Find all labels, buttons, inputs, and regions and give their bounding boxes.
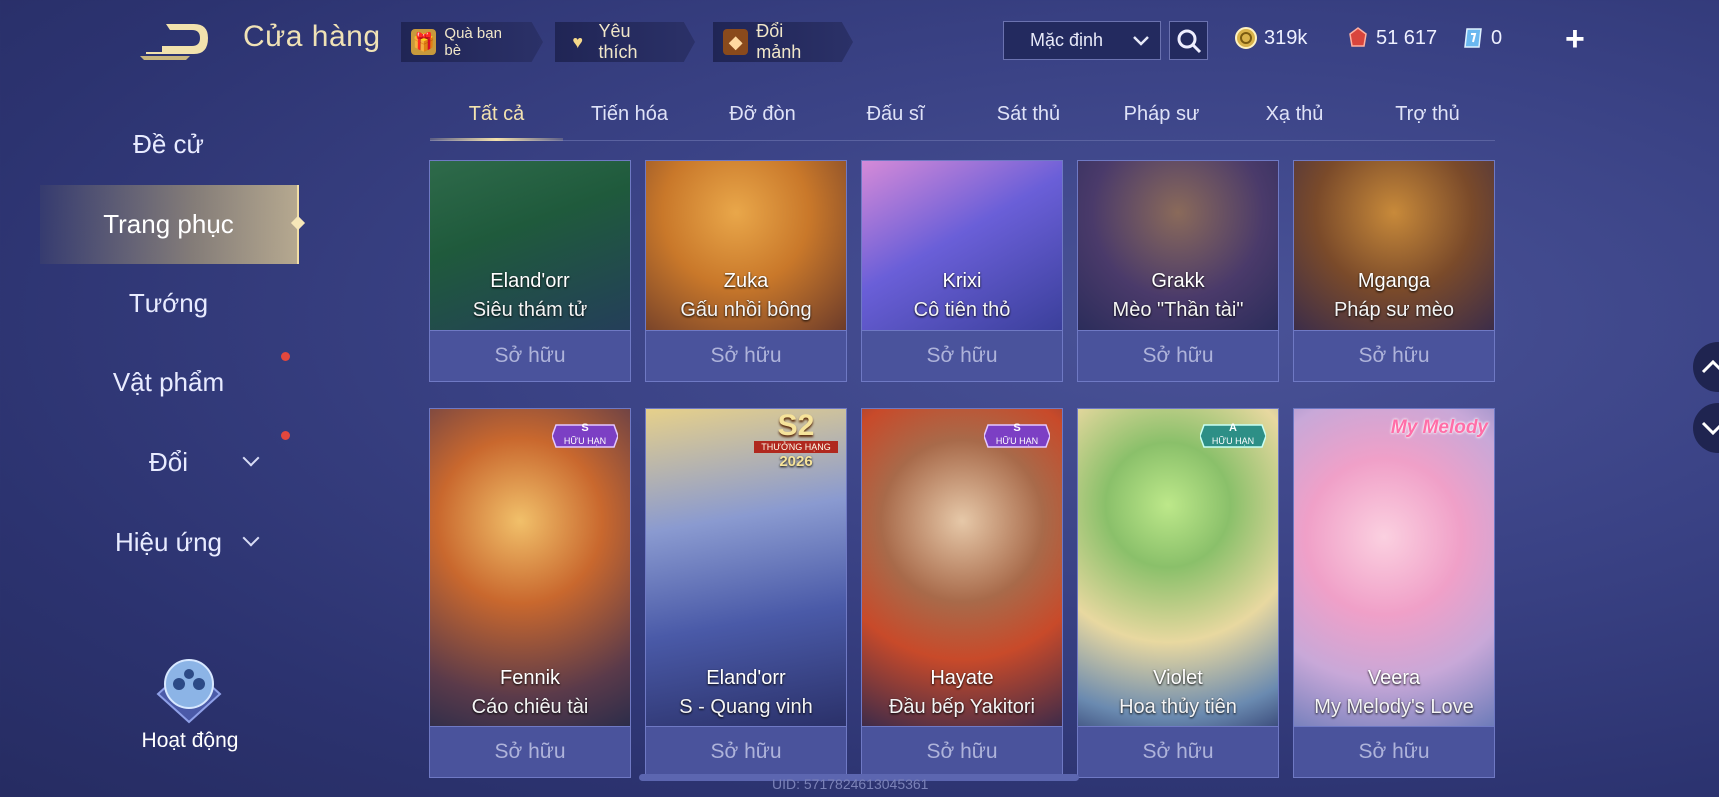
- hero-name: Grakk: [1151, 270, 1205, 292]
- skin-card[interactable]: Grakk Mèo "Thần tài" Sở hữu: [1077, 160, 1279, 382]
- fragment-icon: ◆: [723, 29, 749, 55]
- sidebar-item-items[interactable]: Vật phẩm: [40, 352, 297, 412]
- skin-card[interactable]: Eland'orr Siêu thám tử Sở hữu: [429, 160, 631, 382]
- skin-name: Cô tiên thỏ: [913, 299, 1011, 321]
- search-icon: [1177, 29, 1201, 53]
- search-button[interactable]: [1169, 21, 1208, 60]
- notification-dot: [281, 431, 290, 440]
- favorites-button[interactable]: ♥ Yêu thích: [555, 22, 695, 62]
- sidebar-item-heroes[interactable]: Tướng: [40, 273, 297, 333]
- scroll-up-button[interactable]: [1693, 342, 1719, 392]
- chevron-down-icon: [242, 449, 260, 467]
- skin-card[interactable]: S HỮU HẠN Hayate Đầu bếp Yakitori Sở hữu: [861, 408, 1063, 778]
- limited-badge: S HỮU HẠN: [983, 421, 1051, 451]
- owned-button[interactable]: Sở hữu: [1078, 330, 1278, 381]
- skin-card[interactable]: My Melody Veera My Melody's Love Sở hữu: [1293, 408, 1495, 778]
- sidebar-item-exchange[interactable]: Đổi: [40, 431, 297, 492]
- sidebar-item-recommended[interactable]: Đề cử: [40, 114, 297, 174]
- tab-support[interactable]: Trợ thủ: [1361, 100, 1494, 140]
- category-tabs: Tất cả Tiến hóa Đỡ đòn Đấu sĩ Sát thủ Ph…: [430, 100, 1495, 141]
- hero-name: Eland'orr: [706, 667, 786, 689]
- limited-badge: S HỮU HẠN: [551, 421, 619, 451]
- limited-badge: A HỮU HẠN: [1199, 421, 1267, 451]
- add-currency-button[interactable]: +: [1565, 20, 1585, 59]
- tab-tank[interactable]: Đỡ đòn: [696, 100, 829, 140]
- tab-fighter[interactable]: Đấu sĩ: [829, 100, 962, 140]
- hero-name: Krixi: [942, 270, 982, 292]
- hero-name: Fennik: [499, 667, 561, 689]
- back-arrow-icon: [140, 24, 208, 60]
- skin-card[interactable]: S HỮU HẠN Fennik Cáo chiêu tài Sở hữu: [429, 408, 631, 778]
- skin-name: Pháp sư mèo: [1333, 299, 1455, 321]
- page-title: Cửa hàng: [243, 20, 381, 53]
- my-melody-logo: My Melody: [1390, 417, 1488, 438]
- activity-icon: [156, 659, 222, 724]
- sort-dropdown[interactable]: Mặc định: [1003, 21, 1161, 60]
- hero-name: Hayate: [930, 667, 994, 689]
- friend-gift-button[interactable]: 🎁 Quà bạn bè: [401, 22, 543, 62]
- chevron-down-icon: [1133, 35, 1149, 46]
- chevron-down-icon: [1701, 421, 1719, 436]
- skin-name: Đầu bếp Yakitori: [888, 696, 1035, 718]
- owned-button[interactable]: Sở hữu: [646, 726, 846, 777]
- hero-name: Zuka: [723, 270, 769, 292]
- ruby-icon: [1349, 27, 1367, 47]
- gold-balance: 319k: [1234, 26, 1307, 50]
- gold-coin-icon: [1235, 27, 1257, 49]
- skin-card[interactable]: Mganga Pháp sư mèo Sở hữu: [1293, 160, 1495, 382]
- sidebar-item-effects[interactable]: Hiệu ứng: [40, 512, 297, 572]
- tab-mage[interactable]: Pháp sư: [1095, 100, 1228, 140]
- owned-button[interactable]: Sở hữu: [1078, 726, 1278, 777]
- owned-button[interactable]: Sở hữu: [430, 330, 630, 381]
- heart-icon: ♥: [572, 31, 584, 52]
- skin-name: Gấu nhồi bông: [680, 299, 812, 321]
- skin-name: Mèo "Thần tài": [1112, 299, 1244, 321]
- tab-evolution[interactable]: Tiến hóa: [563, 100, 696, 140]
- owned-button[interactable]: Sở hữu: [862, 330, 1062, 381]
- user-id: UID: 5717824613045361: [772, 776, 929, 792]
- hero-name: Mganga: [1357, 270, 1431, 292]
- skin-name: Siêu thám tử: [472, 299, 588, 321]
- owned-button[interactable]: Sở hữu: [1294, 726, 1494, 777]
- owned-button[interactable]: Sở hữu: [646, 330, 846, 381]
- skin-name: My Melody's Love: [1314, 696, 1474, 718]
- hero-name: Eland'orr: [490, 270, 570, 292]
- ruby-balance: 51 617: [1346, 26, 1437, 50]
- sidebar-item-skins[interactable]: Trang phục: [40, 185, 306, 264]
- hero-name: Violet: [1153, 667, 1203, 689]
- hero-name: Veera: [1367, 667, 1421, 689]
- exchange-fragment-button[interactable]: ◆ Đổi mảnh: [713, 22, 853, 62]
- skin-card[interactable]: S2 THƯỞNG HẠNG 2026 Eland'orr S - Quang …: [645, 408, 847, 778]
- skin-card[interactable]: Zuka Gấu nhồi bông Sở hữu: [645, 160, 847, 382]
- owned-button[interactable]: Sở hữu: [430, 726, 630, 777]
- activity-label: Hoạt động: [141, 729, 239, 752]
- notification-dot: [281, 352, 290, 361]
- owned-button[interactable]: Sở hữu: [862, 726, 1062, 777]
- chevron-up-icon: [1701, 359, 1719, 374]
- scroll-down-button[interactable]: [1693, 403, 1719, 453]
- owned-button[interactable]: Sở hữu: [1294, 330, 1494, 381]
- skin-card[interactable]: A HỮU HẠN Violet Hoa thủy tiên Sở hữu: [1077, 408, 1279, 778]
- skin-name: Hoa thủy tiên: [1119, 696, 1237, 718]
- skin-name: Cáo chiêu tài: [471, 696, 589, 718]
- voucher-icon: [1464, 28, 1482, 48]
- skin-name: S - Quang vinh: [679, 696, 813, 718]
- season-badge: S2 THƯỞNG HẠNG 2026: [750, 411, 842, 475]
- activity-button[interactable]: [148, 650, 230, 732]
- tab-marksman[interactable]: Xạ thủ: [1228, 100, 1361, 140]
- chevron-down-icon: [242, 529, 260, 547]
- voucher-balance: 0: [1461, 26, 1502, 50]
- tab-assassin[interactable]: Sát thủ: [962, 100, 1095, 140]
- back-button[interactable]: [140, 20, 212, 60]
- tab-all[interactable]: Tất cả: [430, 100, 563, 141]
- gift-icon: 🎁: [411, 29, 437, 55]
- skin-card[interactable]: Krixi Cô tiên thỏ Sở hữu: [861, 160, 1063, 382]
- active-marker-icon: [290, 215, 306, 231]
